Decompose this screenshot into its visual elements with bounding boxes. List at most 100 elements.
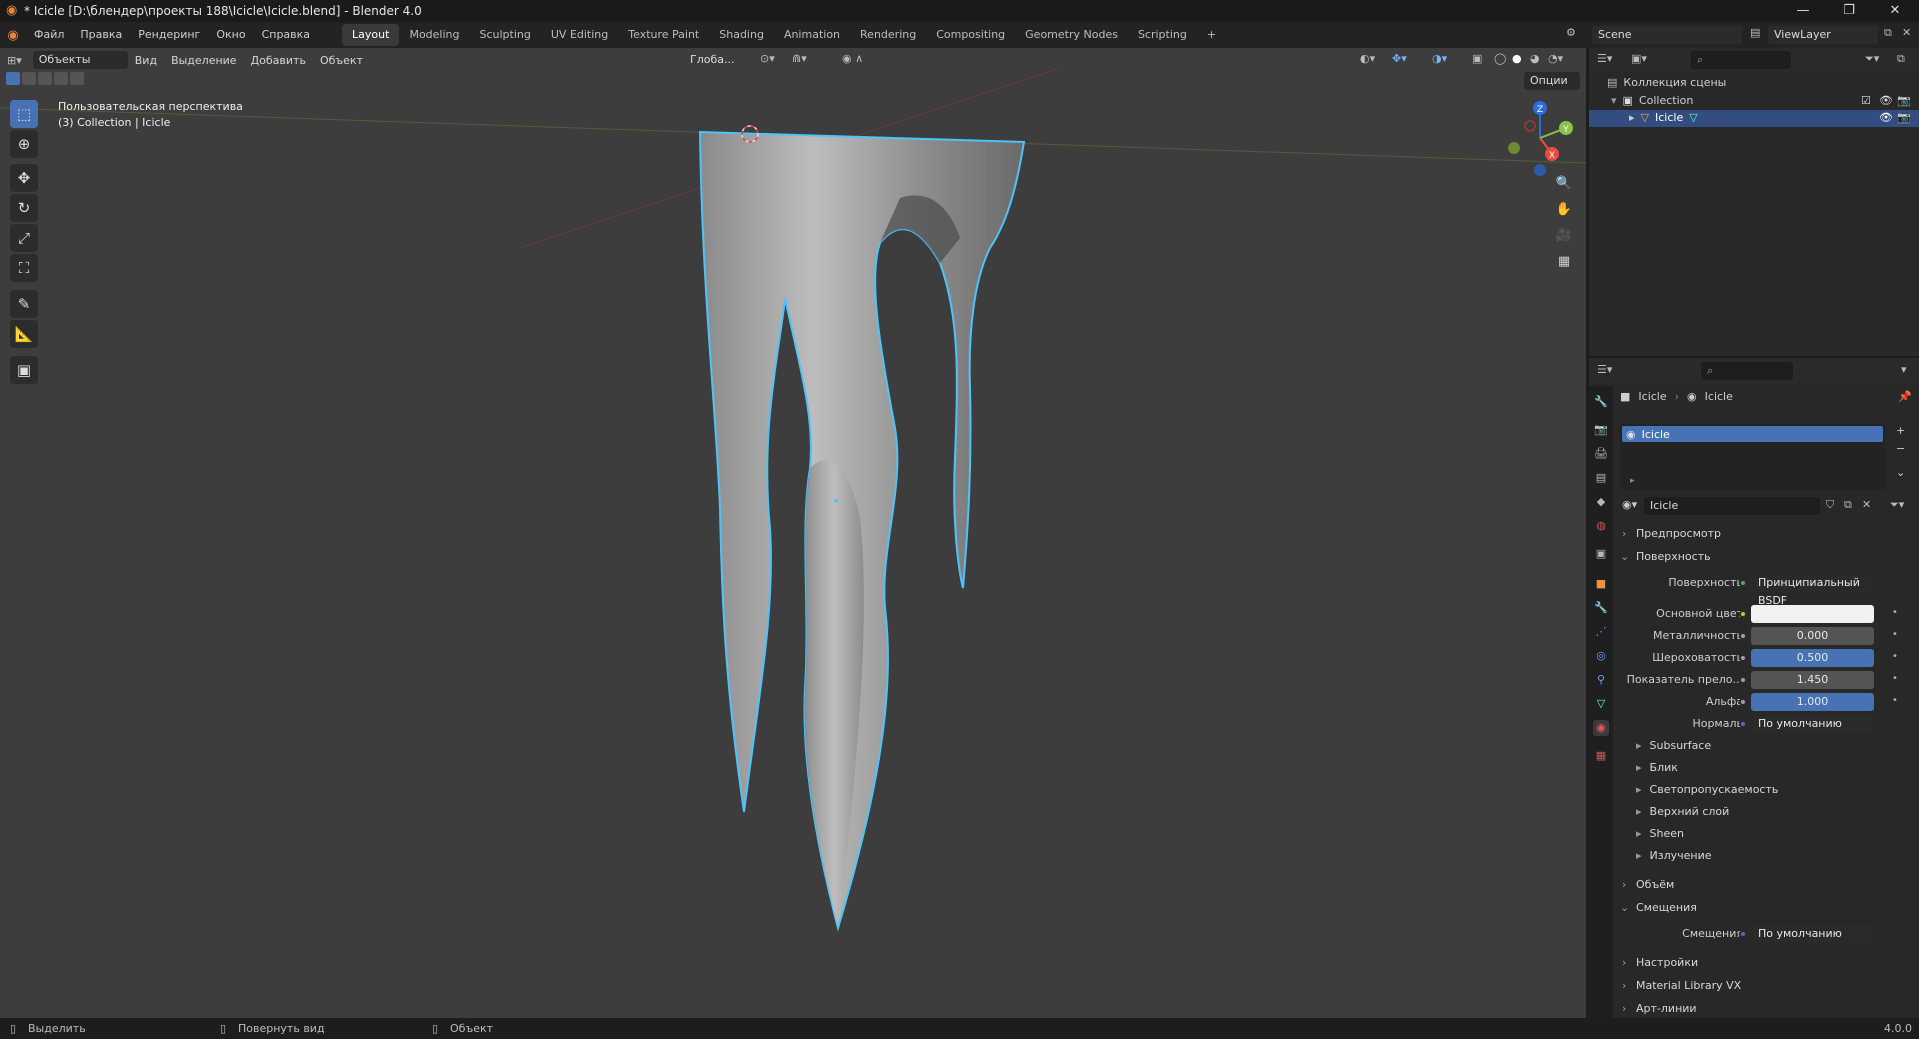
section-line-art[interactable]: › Арт-линии [1612,998,1914,1020]
slot-specials-icon[interactable]: ⌄ [1896,466,1905,479]
section-surface[interactable]: ⌄ Поверхность [1612,546,1914,568]
filter-icon[interactable]: ⏷▾ [1865,52,1879,66]
surface-row-value[interactable]: 0.000 [1751,627,1874,645]
socket-dot-icon[interactable] [1739,930,1747,938]
wireframe-shading-icon[interactable]: ◯ [1494,52,1506,65]
collection-tab-icon[interactable]: ▣ [1593,546,1609,562]
workspace-tab-uv-editing[interactable]: UV Editing [541,24,618,46]
workspace-tab-modeling[interactable]: Modeling [399,24,469,46]
unlink-material-icon[interactable]: ✕ [1862,498,1871,511]
add-workspace-button[interactable]: + [1197,24,1226,46]
annotate-tool-icon[interactable]: ✎ [10,290,38,318]
view-layer-selector[interactable]: ViewLayer [1768,26,1878,44]
surface-row-value[interactable]: 1.000 [1751,693,1874,711]
object-tab-icon[interactable]: ■ [1593,576,1609,592]
surface-row-value[interactable]: 0.500 [1751,649,1874,667]
snap-icon[interactable]: ⋒▾ [792,52,807,65]
outliner-row-collection[interactable]: ▾ ▣ Collection [1611,94,1693,107]
socket-dot-icon[interactable] [1739,654,1747,662]
constraints-tab-icon[interactable]: ⚲ [1593,672,1609,688]
minimize-button[interactable]: — [1780,0,1826,22]
fake-user-shield-icon[interactable]: ⛉ [1826,498,1834,512]
menu-file[interactable]: Файл [26,22,72,48]
collection-render-icon[interactable]: 📷 [1897,94,1911,107]
expand-arrow-icon[interactable]: ▸ [1629,111,1635,124]
display-mode-icon[interactable]: ▣▾ [1631,52,1647,65]
object-visibility-icon[interactable]: 👁 [1879,111,1893,124]
duplicate-material-icon[interactable]: ⧉ [1844,498,1852,512]
new-collection-icon[interactable]: ⧉ [1897,52,1905,66]
workspace-tab-geometry-nodes[interactable]: Geometry Nodes [1015,24,1128,46]
socket-dot-icon[interactable] [1739,720,1747,728]
render-shading-icon[interactable]: ◔▾ [1548,52,1563,65]
surface-row-value[interactable]: По умолчанию [1751,715,1874,733]
editor-type-icon[interactable]: ⊞▾ [0,54,29,67]
subpanel-specular[interactable]: ▸ Блик [1636,758,1678,778]
blender-menu-icon[interactable]: ◉ [0,28,26,43]
pin-icon[interactable]: 📌 [1898,390,1912,403]
select-box-tool-icon[interactable]: ⬚ [10,100,38,128]
outliner-object-item[interactable]: ▸ ▽ Icicle ▽ [1629,111,1698,124]
transform-orientation[interactable]: Глоба... [684,51,754,69]
rotate-tool-icon[interactable]: ↻ [10,194,38,222]
displacement-value[interactable]: По умолчанию [1751,925,1874,943]
workspace-tab-shading[interactable]: Shading [709,24,774,46]
workspace-tab-texture-paint[interactable]: Texture Paint [618,24,709,46]
workspace-tab-animation[interactable]: Animation [774,24,850,46]
outliner-search-input[interactable]: ⌕ [1691,51,1791,69]
workspace-tab-sculpting[interactable]: Sculpting [470,24,541,46]
view-layer-tab-icon[interactable]: ▤ [1593,470,1609,486]
menu-render[interactable]: Рендеринг [130,22,208,48]
workspace-tab-compositing[interactable]: Compositing [926,24,1015,46]
cursor-tool-icon[interactable]: ⊕ [10,130,38,158]
viewport-menu-object[interactable]: Объект [313,54,370,67]
measure-tool-icon[interactable]: 📐 [10,320,38,348]
section-displacement[interactable]: ⌄ Смещения [1612,897,1914,919]
properties-options-icon[interactable]: ▾ [1901,363,1907,376]
3d-viewport[interactable]: ⊞▾ Объекты Вид Выделение Добавить Объект… [0,48,1586,1018]
xray-icon[interactable]: ▣ [1472,52,1482,65]
object-render-icon[interactable]: 📷 [1897,111,1911,124]
keyframe-dot-icon[interactable]: • [1892,629,1898,640]
select-invert-icon[interactable] [54,72,68,85]
texture-tab-icon[interactable]: ▦ [1593,748,1609,764]
material-shading-icon[interactable]: ◕ [1530,52,1540,65]
pivot-icon[interactable]: ⊙▾ [760,52,775,65]
select-extend-icon[interactable] [22,72,36,85]
keyframe-dot-icon[interactable]: • [1892,695,1898,706]
maximize-button[interactable]: ❐ [1826,0,1872,22]
workspace-tab-scripting[interactable]: Scripting [1128,24,1197,46]
collection-checkbox-icon[interactable]: ☑ [1861,94,1871,107]
subpanel-sheen[interactable]: ▸ Sheen [1636,824,1684,844]
solid-shading-icon[interactable]: ● [1512,52,1522,65]
keyframe-dot-icon[interactable]: • [1892,607,1898,618]
workspace-tab-layout[interactable]: Layout [342,24,400,46]
breadcrumb-material[interactable]: Icicle [1705,390,1733,403]
collapse-arrow-icon[interactable]: ▾ [1611,94,1617,107]
proportional-edit-icon[interactable]: ◉ ∧ [842,52,863,65]
workspace-tab-rendering[interactable]: Rendering [850,24,926,46]
breadcrumb-object[interactable]: Icicle [1638,390,1666,403]
select-intersect-icon[interactable] [70,72,84,85]
socket-dot-icon[interactable] [1739,610,1747,618]
mode-selector[interactable]: Объекты [32,51,128,69]
close-button[interactable]: ✕ [1872,0,1918,22]
visibility-icon[interactable]: ◐▾ [1360,52,1375,65]
socket-dot-icon[interactable] [1739,632,1747,640]
section-material-library[interactable]: › Material Library VX [1612,975,1914,997]
subpanel-coat[interactable]: ▸ Верхний слой [1636,802,1729,822]
overlay-toggle-icon[interactable]: ◑▾ [1432,52,1447,65]
collection-visibility-icon[interactable]: 👁 [1879,94,1893,107]
render-tab-icon[interactable]: 📷 [1593,422,1609,438]
modifier-tab-icon[interactable]: 🔧 [1593,600,1609,616]
camera-view-icon[interactable]: 🎥 [1552,224,1576,248]
viewport-menu-select[interactable]: Выделение [164,54,244,67]
scale-tool-icon[interactable]: ⤢ [10,224,38,252]
new-view-layer-icon[interactable]: ⧉ [1884,26,1892,40]
navigation-gizmo[interactable]: Z Y X [1500,98,1580,178]
socket-dot-icon[interactable] [1739,698,1747,706]
world-tab-icon[interactable]: ◍ [1593,518,1609,534]
menu-help[interactable]: Справка [254,22,318,48]
menu-window[interactable]: Окно [208,22,253,48]
section-settings[interactable]: › Настройки [1612,952,1914,974]
